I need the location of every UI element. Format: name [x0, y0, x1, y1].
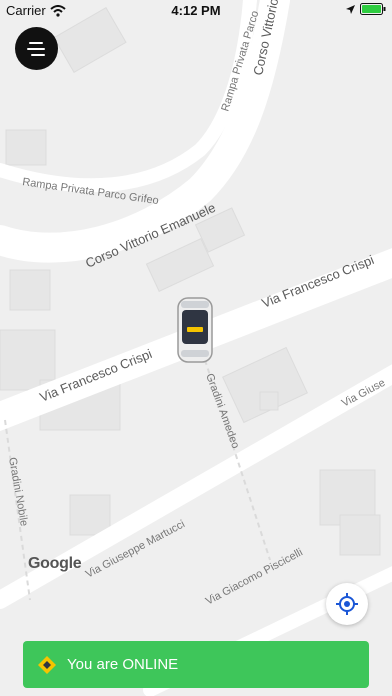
crosshair-icon: [336, 593, 358, 615]
status-time: 4:12 PM: [171, 3, 221, 18]
battery-icon: [360, 3, 386, 15]
location-arrow-icon: [346, 4, 355, 14]
menu-button[interactable]: [15, 27, 58, 70]
online-status-banner[interactable]: You are ONLINE: [23, 641, 369, 688]
online-status-text: You are ONLINE: [67, 656, 179, 673]
status-bar: Carrier 4:12 PM: [0, 0, 392, 22]
status-right-group: [345, 3, 386, 15]
google-logo: Google: [28, 555, 82, 572]
diamond-icon: [37, 655, 57, 675]
menu-icon: [26, 41, 45, 56]
car-marker[interactable]: [177, 297, 213, 363]
locate-button[interactable]: [326, 583, 368, 625]
